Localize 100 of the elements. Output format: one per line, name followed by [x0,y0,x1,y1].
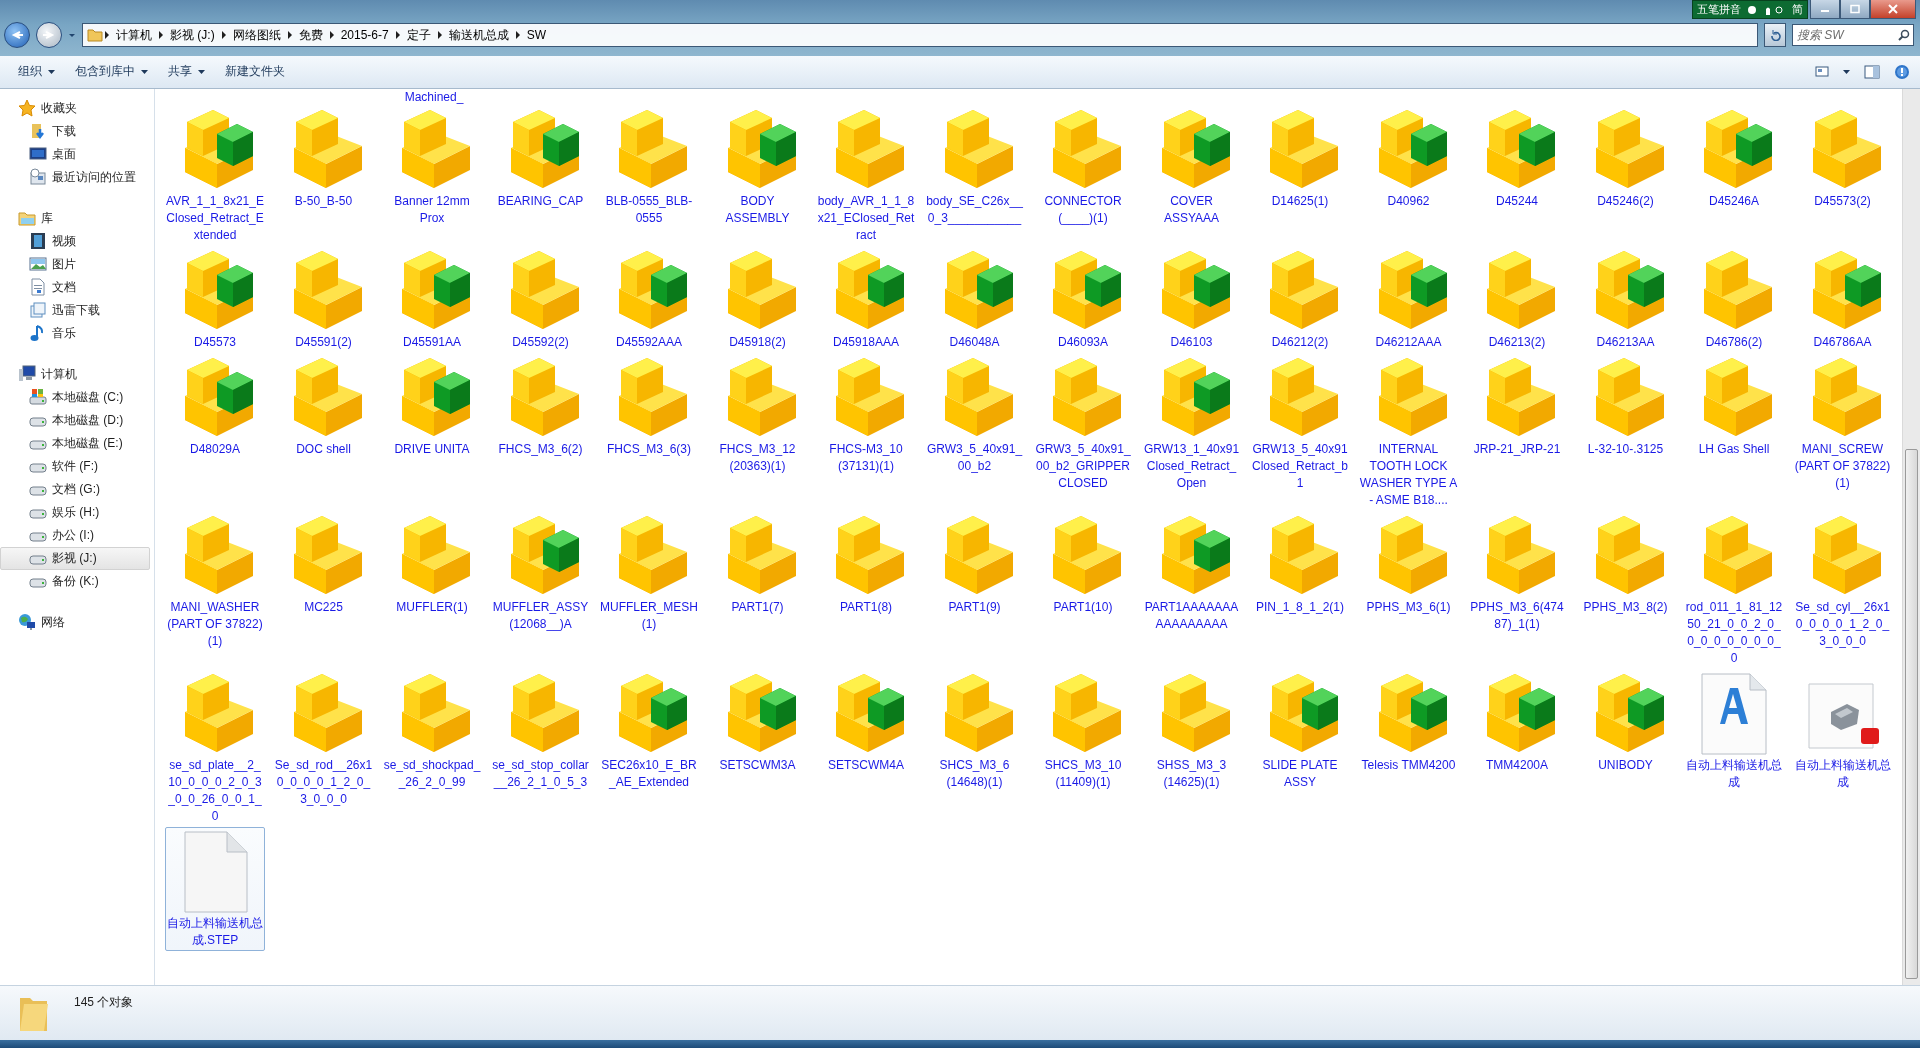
file-item[interactable]: Banner 12mm Prox [382,104,482,229]
forward-button[interactable] [36,22,62,48]
sidebar-item[interactable]: 办公 (I:) [0,523,150,547]
breadcrumb[interactable]: 免费 [293,26,328,44]
file-item[interactable]: L-32-10-.3125 [1575,352,1676,460]
file-item[interactable]: SETSCWM4A [816,668,916,776]
file-item[interactable]: D48029A [165,352,265,460]
sidebar-item[interactable]: 视频 [0,229,150,253]
file-item[interactable]: GRW13_1_40x91Closed_Retract_Open [1141,352,1242,494]
sidebar-header[interactable]: 库 [0,206,154,230]
file-item[interactable]: SHCS_M3_6 (14648)(1) [924,668,1025,793]
file-item[interactable]: FHCS_M3_6(3) [599,352,699,460]
file-item[interactable]: D45591AA [382,245,482,353]
refresh-button[interactable] [1764,23,1786,47]
file-item[interactable]: body_SE_C26x__0_3___________ [924,104,1025,229]
sidebar-header[interactable]: 收藏夹 [0,96,154,120]
file-item[interactable]: SETSCWM3A [707,668,808,776]
toolbar-button[interactable]: 共享 [160,59,213,85]
file-item[interactable]: UNIBODY [1575,668,1676,776]
sidebar-item[interactable]: 文档 [0,275,150,299]
file-item[interactable]: D14625(1) [1250,104,1350,212]
file-item[interactable]: D45918AAA [816,245,916,353]
file-item[interactable]: PPHS_M3_6(1) [1358,510,1459,618]
sidebar-header[interactable]: 网络 [0,610,154,634]
input-method-bar[interactable]: 五笔拼音 简 [1692,0,1808,19]
file-item[interactable]: D46213(2) [1467,245,1567,353]
file-item[interactable]: D45246(2) [1575,104,1676,212]
maximize-button[interactable] [1840,0,1870,19]
file-item[interactable]: AVR_1_1_8x21_EClosed_Retract_Extended [165,104,265,246]
file-item[interactable]: body_AVR_1_1_8x21_EClosed_Retract [816,104,916,246]
file-item[interactable]: D40962 [1358,104,1459,212]
breadcrumb[interactable]: 2015-6-7 [335,28,394,42]
file-item[interactable]: LH Gas Shell [1684,352,1784,460]
file-item[interactable]: se_sd_plate__2_10_0_0_0_2_0_3_0_0_26_0_0_1_0 [165,668,265,827]
file-item[interactable]: se_sd_stop_collar__26_2_1_0_5_3 [490,668,591,793]
sidebar-item[interactable]: 最近访问的位置 [0,165,150,189]
sidebar-item[interactable]: 本地磁盘 (D:) [0,408,150,432]
file-item[interactable]: FHCS-M3_10 (37131)(1) [816,352,916,477]
file-item[interactable]: D46786(2) [1684,245,1784,353]
scrollbar[interactable] [1902,88,1920,986]
file-item[interactable]: D46786AA [1792,245,1893,353]
file-item[interactable]: B-50_B-50 [273,104,374,212]
file-item[interactable]: DRIVE UNITA [382,352,482,460]
file-item[interactable]: Se_sd_rod__26x10_0_0_0_1_2_0_3_0_0_0 [273,668,374,810]
file-item[interactable]: MUFFLER(1) [382,510,482,618]
file-item[interactable]: D45573(2) [1792,104,1893,212]
sidebar-item[interactable]: 文档 (G:) [0,477,150,501]
sidebar-item[interactable]: 备份 (K:) [0,569,150,593]
sidebar-item[interactable]: 图片 [0,252,150,276]
file-item[interactable]: PART1(10) [1033,510,1133,618]
file-item[interactable]: D45573 [165,245,265,353]
file-item[interactable]: BODY ASSEMBLY [707,104,808,229]
sidebar-item[interactable]: 迅雷下载 [0,298,150,322]
sidebar-item[interactable]: 下载 [0,119,150,143]
sidebar-item[interactable]: 影视 (J:) [0,546,150,570]
sidebar-header[interactable]: 计算机 [0,362,154,386]
file-item[interactable]: D46212(2) [1250,245,1350,353]
sidebar-item[interactable]: 本地磁盘 (C:) [0,385,150,409]
file-item[interactable]: BLB-0555_BLB-0555 [599,104,699,229]
file-item[interactable]: D45246A [1684,104,1784,212]
sidebar-item[interactable]: 娱乐 (H:) [0,500,150,524]
file-item[interactable]: CONNECTOR (____)(1) [1033,104,1133,229]
file-item[interactable]: SHCS_M3_10 (11409)(1) [1033,668,1133,793]
file-item[interactable]: GRW3_5_40x91_00_b2 [924,352,1025,477]
file-item[interactable]: D46212AAA [1358,245,1459,353]
file-item[interactable]: SHSS_M3_3 (14625)(1) [1141,668,1242,793]
file-item[interactable]: PIN_1_8_1_2(1) [1250,510,1350,618]
sidebar-item[interactable]: 音乐 [0,321,150,345]
file-item[interactable]: DOC shell [273,352,374,460]
file-item[interactable]: MUFFLER_ASSY (12068__)A [490,510,591,635]
file-item[interactable]: rod_011_1_81_1250_21_0_0_2_0_0_0_0_0_0_0_0_0 [1684,510,1784,669]
file-item[interactable]: PART1(8) [816,510,916,618]
file-item[interactable]: GRW3_5_40x91_00_b2_GRIPPER CLOSED [1033,352,1133,494]
breadcrumb[interactable]: 影视 (J:) [165,26,220,44]
file-item[interactable]: PART1(7) [707,510,808,618]
file-item[interactable]: FHCS_M3_12 (20363)(1) [707,352,808,477]
sidebar-item[interactable]: 本地磁盘 (E:) [0,431,150,455]
file-item[interactable]: COVER ASSYAAA [1141,104,1242,229]
file-item[interactable]: D46213AA [1575,245,1676,353]
sidebar-item[interactable]: 桌面 [0,142,150,166]
file-item[interactable]: MC225 [273,510,374,618]
file-item[interactable]: se_sd_shockpad__26_2_0_99 [382,668,482,793]
file-item[interactable]: PART1AAAAAAAAAAAAAAAA [1141,510,1242,635]
close-button[interactable] [1870,0,1916,19]
breadcrumb[interactable]: 输送机总成 [443,26,514,44]
file-item[interactable]: D46093A [1033,245,1133,353]
file-item[interactable]: 自动上料输送机总成 [1684,668,1784,793]
file-item[interactable]: JRP-21_JRP-21 [1467,352,1567,460]
breadcrumb[interactable]: 定子 [401,26,436,44]
file-item[interactable]: MANI_WASHER (PART OF 37822)(1) [165,510,265,652]
minimize-button[interactable] [1810,0,1840,19]
file-item[interactable]: 自动上料输送机总成 [1792,668,1893,793]
file-item[interactable]: D45592(2) [490,245,591,353]
file-item[interactable]: MUFFLER_MESH(1) [599,510,699,635]
file-item[interactable]: D45244 [1467,104,1567,212]
breadcrumb[interactable]: 计算机 [111,26,157,44]
file-item[interactable]: Telesis TMM4200 [1358,668,1459,776]
file-item[interactable]: GRW13_5_40x91Closed_Retract_b1 [1250,352,1350,494]
file-item[interactable]: PPHS_M3_8(2) [1575,510,1676,618]
address-bar[interactable]: 计算机 影视 (J:) 网络图纸 免费 2015-6-7 定子 输送机总成 SW [82,23,1758,47]
